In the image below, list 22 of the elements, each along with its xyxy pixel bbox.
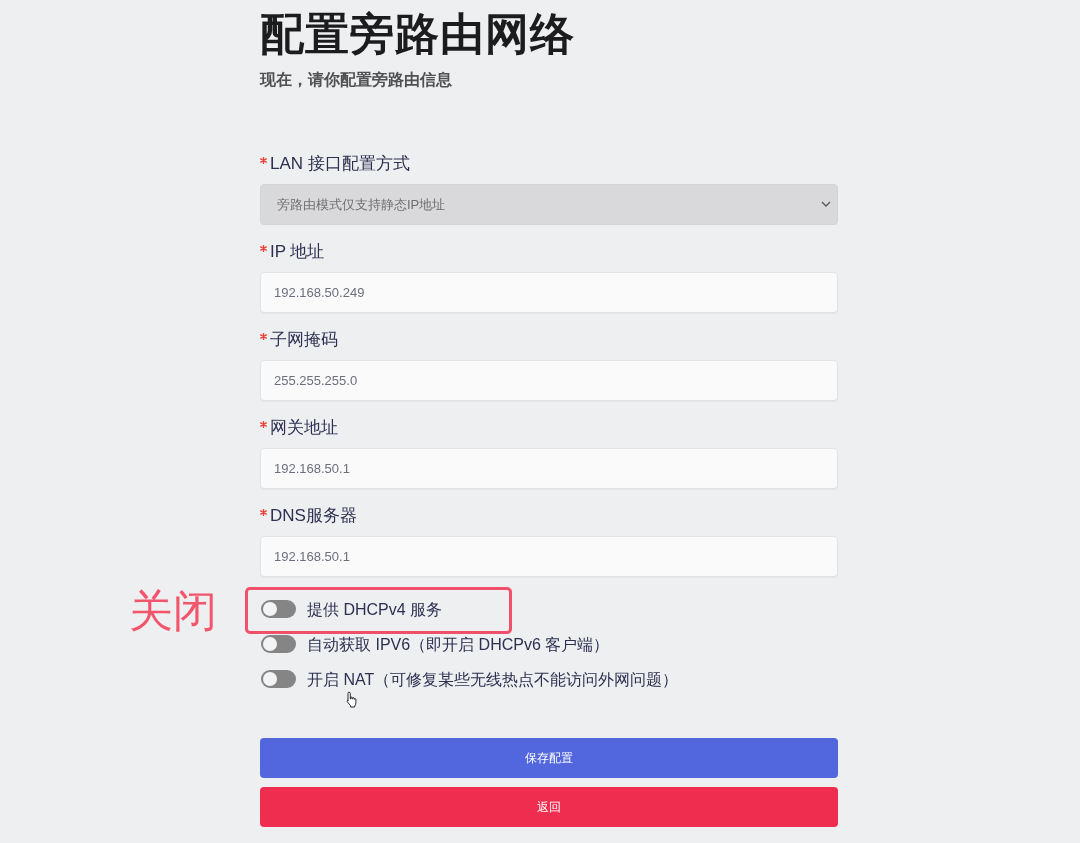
toggle-switch[interactable]: [261, 670, 296, 689]
input-field[interactable]: 255.255.255.0: [260, 359, 838, 401]
field-label: DNS服务器: [270, 504, 357, 527]
page-subtitle: 现在，请你配置旁路由信息: [260, 69, 453, 90]
input-field[interactable]: 192.168.50.249: [260, 271, 838, 313]
input-field[interactable]: 192.168.50.1: [260, 447, 838, 489]
chevron-down-icon: [821, 201, 831, 208]
back-button[interactable]: 返回: [260, 786, 838, 827]
hand-cursor-icon: [345, 690, 360, 708]
switch-label: 开启 NAT（可修复某些无线热点不能访问外网问题）: [307, 669, 679, 689]
switch-label: 提供 DHCPv4 服务: [307, 599, 443, 619]
page-title: 配置旁路由网络: [260, 8, 576, 60]
field-label: 子网掩码: [270, 328, 338, 351]
save-button[interactable]: 保存配置: [260, 737, 838, 778]
toggle-switch[interactable]: [261, 600, 296, 619]
field-label: IP 地址: [270, 240, 325, 263]
input-field[interactable]: 192.168.50.1: [260, 535, 838, 577]
field-label: 网关地址: [270, 416, 338, 439]
toggle-switch[interactable]: [261, 635, 296, 654]
field-label: LAN 接口配置方式: [270, 152, 410, 175]
annotation-label: 关闭: [129, 588, 217, 633]
switch-label: 自动获取 IPV6（即开启 DHCPv6 客户端）: [307, 634, 610, 654]
